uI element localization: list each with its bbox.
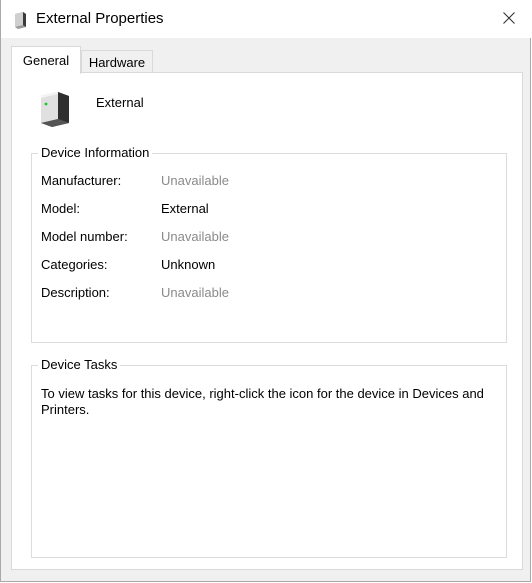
tab-hardware[interactable]: Hardware	[81, 50, 153, 73]
info-label: Description:	[41, 285, 110, 300]
info-value: Unavailable	[161, 285, 229, 300]
device-information-group: Device Information Manufacturer: Unavail…	[31, 145, 507, 343]
general-panel: External Device Information Manufacturer…	[11, 72, 523, 570]
device-tasks-group: Device Tasks To view tasks for this devi…	[31, 357, 507, 558]
device-name: External	[96, 95, 144, 110]
drive-icon	[13, 11, 27, 29]
properties-window: External Properties General Hardware Ext…	[0, 0, 532, 582]
info-label: Model:	[41, 201, 81, 216]
tab-label: General	[22, 53, 70, 68]
tab-label: Hardware	[88, 54, 146, 70]
info-value: Unknown	[161, 257, 216, 272]
info-value: Unavailable	[161, 229, 229, 244]
window-title: External Properties	[36, 10, 164, 27]
info-row-description: Description: Unavailable	[41, 285, 229, 303]
info-value: External	[161, 201, 209, 216]
info-row-model-number: Model number: Unavailable	[41, 229, 229, 247]
info-label: Model number:	[41, 229, 128, 244]
device-tasks-text: To view tasks for this device, right-cli…	[41, 386, 484, 417]
info-row-manufacturer: Manufacturer: Unavailable	[41, 173, 229, 191]
info-row-categories: Categories: Unknown	[41, 257, 215, 275]
tab-general[interactable]: General	[11, 46, 81, 74]
info-label: Categories:	[41, 257, 108, 272]
close-button[interactable]	[486, 0, 532, 38]
external-drive-icon	[38, 90, 72, 128]
device-information-legend: Device Information	[38, 145, 153, 160]
close-icon	[503, 11, 515, 27]
device-tasks-legend: Device Tasks	[38, 357, 121, 372]
info-value: Unavailable	[161, 173, 229, 188]
info-row-model: Model: External	[41, 201, 209, 219]
title-bar[interactable]: External Properties	[1, 0, 532, 38]
info-label: Manufacturer:	[41, 173, 122, 188]
